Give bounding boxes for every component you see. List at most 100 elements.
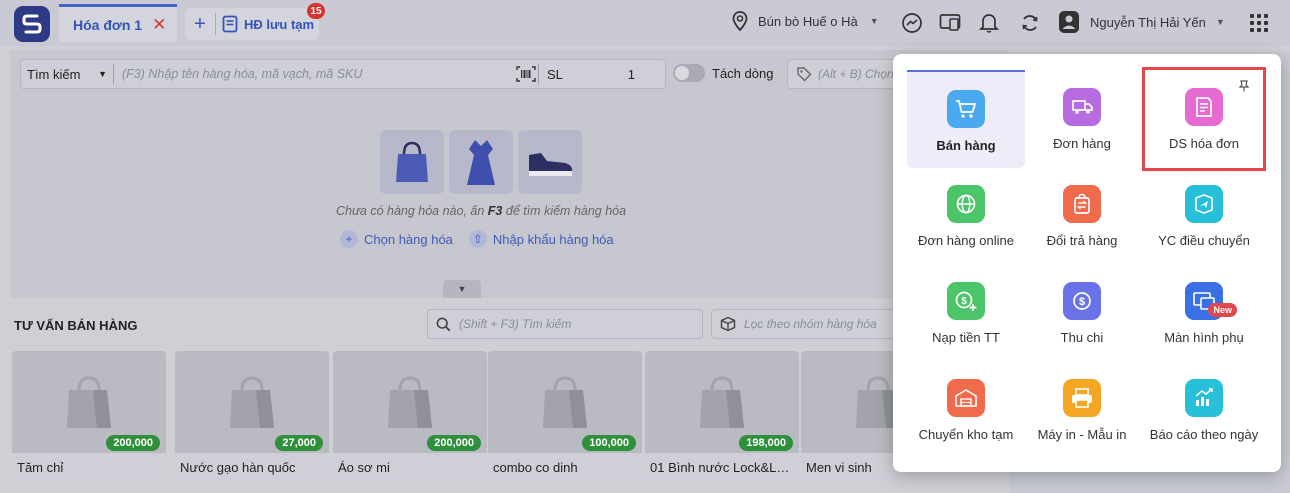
menu-item-label: Máy in - Mẫu in [1037, 427, 1127, 442]
transfer-icon [1185, 185, 1223, 223]
apps-grid-icon[interactable] [1250, 14, 1268, 32]
product-card[interactable]: 198,000 01 Bình nước Lock&Lock [645, 351, 799, 483]
product-card[interactable]: 100,000 combo co dinh [488, 351, 642, 483]
advice-search-input[interactable]: (Shift + F3) Tìm kiếm [427, 309, 703, 339]
section-title: TƯ VẤN BÁN HÀNG [14, 318, 138, 333]
topup-icon: $ [947, 282, 985, 320]
user-avatar-icon [1059, 11, 1079, 33]
tag-placeholder: (Alt + B) Chọn [818, 67, 894, 81]
truck-icon [1063, 88, 1101, 126]
screen-icon: New [1185, 282, 1237, 320]
sync-icon[interactable] [1018, 11, 1042, 35]
search-input[interactable]: (F3) Nhập tên hàng hóa, mã vạch, mã SKU [114, 67, 514, 81]
return-icon [1063, 185, 1101, 223]
menu-item-secondary-screen[interactable]: New Màn hình phụ [1145, 264, 1263, 362]
menu-item-transfer-request[interactable]: YC điều chuyển [1145, 167, 1263, 265]
tab-group: + HĐ lưu tạm [185, 8, 319, 40]
menu-item-returns[interactable]: Đổi trả hàng [1023, 167, 1141, 265]
product-name: combo co dinh [488, 453, 642, 483]
chevron-down-icon: ▼ [1215, 17, 1225, 27]
menu-item-orders[interactable]: Đơn hàng [1023, 70, 1141, 168]
price-badge: 27,000 [275, 435, 323, 451]
store-name: Bún bò Huế o Hà [758, 13, 858, 29]
pin-icon[interactable] [1238, 80, 1250, 95]
import-products-label: Nhập khẩu hàng hóa [492, 231, 614, 247]
messenger-icon[interactable] [900, 11, 924, 35]
split-line-toggle[interactable] [673, 64, 705, 82]
menu-item-topup[interactable]: $ Nạp tiền TT [907, 264, 1025, 362]
divider [215, 13, 216, 35]
menu-item-printer[interactable]: Máy in - Mẫu in [1023, 361, 1141, 459]
barcode-icon[interactable] [514, 66, 538, 82]
app-logo[interactable] [14, 6, 50, 42]
search-mode-select[interactable]: Tìm kiếm ▼ [21, 67, 113, 82]
bell-icon[interactable] [977, 11, 1001, 35]
invoice-icon [1185, 88, 1223, 126]
product-card[interactable]: 27,000 Nước gạo hàn quốc [175, 351, 329, 483]
function-menu-popup: Bán hàng Đơn hàng DS hóa đơn Đơn hàng on… [893, 54, 1281, 472]
choose-products-label: Chọn hàng hóa [364, 231, 453, 247]
empty-illustration [380, 130, 582, 194]
choose-products-button[interactable]: + Chọn hàng hóa [340, 230, 453, 248]
price-badge: 200,000 [106, 435, 160, 451]
menu-item-label: Màn hình phụ [1164, 330, 1244, 345]
empty-text-before: Chưa có hàng hóa nào, ấn [336, 204, 488, 218]
display-icon[interactable] [938, 11, 962, 35]
advice-search-placeholder: (Shift + F3) Tìm kiếm [459, 317, 572, 331]
caret-down-icon: ▼ [98, 69, 107, 79]
location-pin-icon [732, 11, 748, 31]
menu-item-label: Đơn hàng online [918, 233, 1014, 248]
menu-item-label: Đổi trả hàng [1046, 233, 1118, 248]
close-icon[interactable]: ✕ [152, 16, 166, 33]
saved-invoices-tab[interactable]: HĐ lưu tạm [222, 15, 314, 33]
empty-text-after: để tìm kiếm hàng hóa [502, 204, 627, 218]
collapse-toggle[interactable]: ▼ [443, 280, 481, 298]
search-mode-label: Tìm kiếm [27, 66, 81, 82]
upload-icon: ⇧ [468, 230, 487, 248]
menu-item-label: Bán hàng [936, 138, 996, 153]
user-menu[interactable]: Nguyễn Thị Hải Yến ▼ [1058, 10, 1225, 34]
menu-item-label: Đơn hàng [1053, 136, 1111, 151]
qty-label: SL [547, 66, 563, 82]
dress-illustration [449, 130, 513, 194]
svg-text:$: $ [961, 296, 967, 307]
menu-item-label: Báo cáo theo ngày [1149, 427, 1259, 442]
saved-tab-label: HĐ lưu tạm [244, 16, 315, 32]
product-name: Nước gạo hàn quốc [175, 453, 329, 483]
product-card[interactable]: 200,000 Áo sơ mi [333, 351, 487, 483]
tab-invoice-1[interactable]: Hóa đơn 1 ✕ [59, 4, 177, 42]
product-name: 01 Bình nước Lock&Lock [645, 453, 799, 483]
import-products-button[interactable]: ⇧ Nhập khẩu hàng hóa [468, 230, 614, 248]
menu-item-temp-warehouse[interactable]: Chuyển kho tạm [907, 361, 1025, 459]
top-bar: Hóa đơn 1 ✕ + HĐ lưu tạm 15 Bún bò Huế o… [0, 0, 1290, 46]
logo-icon [22, 14, 42, 34]
empty-actions: + Chọn hàng hóa ⇧ Nhập khẩu hàng hóa [340, 230, 614, 248]
cart-icon [947, 90, 985, 128]
add-tab-button[interactable]: + [185, 14, 215, 34]
tag-icon [797, 67, 812, 82]
menu-item-online-orders[interactable]: Đơn hàng online [907, 167, 1025, 265]
printer-icon [1063, 379, 1101, 417]
price-badge: 198,000 [739, 435, 793, 451]
cart-panel: Tìm kiếm ▼ (F3) Nhập tên hàng hóa, mã vạ… [10, 50, 1010, 298]
saved-count-badge: 15 [307, 3, 325, 19]
category-filter[interactable]: Lọc theo nhóm hàng hóa [711, 309, 901, 339]
store-selector[interactable]: Bún bò Huế o Hà ▼ [732, 11, 879, 31]
menu-item-sales[interactable]: Bán hàng [907, 70, 1025, 168]
menu-item-invoice-list[interactable]: DS hóa đơn [1142, 67, 1266, 171]
price-badge: 200,000 [427, 435, 481, 451]
tab-label: Hóa đơn 1 [73, 16, 143, 33]
plus-icon: + [340, 230, 358, 248]
qty-input[interactable]: 1 [579, 67, 665, 82]
product-card[interactable]: 200,000 Tăm chỉ [12, 351, 166, 483]
menu-item-cashbook[interactable]: $ Thu chi [1023, 264, 1141, 362]
menu-item-label: Thu chi [1060, 330, 1104, 345]
menu-item-label: YC điều chuyển [1158, 233, 1250, 248]
search-icon [436, 317, 451, 331]
chevron-down-icon: ▼ [869, 16, 879, 26]
product-name: Áo sơ mi [333, 453, 487, 483]
menu-item-daily-report[interactable]: Báo cáo theo ngày [1145, 361, 1263, 459]
report-icon [1185, 379, 1223, 417]
category-filter-placeholder: Lọc theo nhóm hàng hóa [744, 317, 877, 331]
menu-item-label: Nạp tiền TT [932, 330, 1000, 345]
